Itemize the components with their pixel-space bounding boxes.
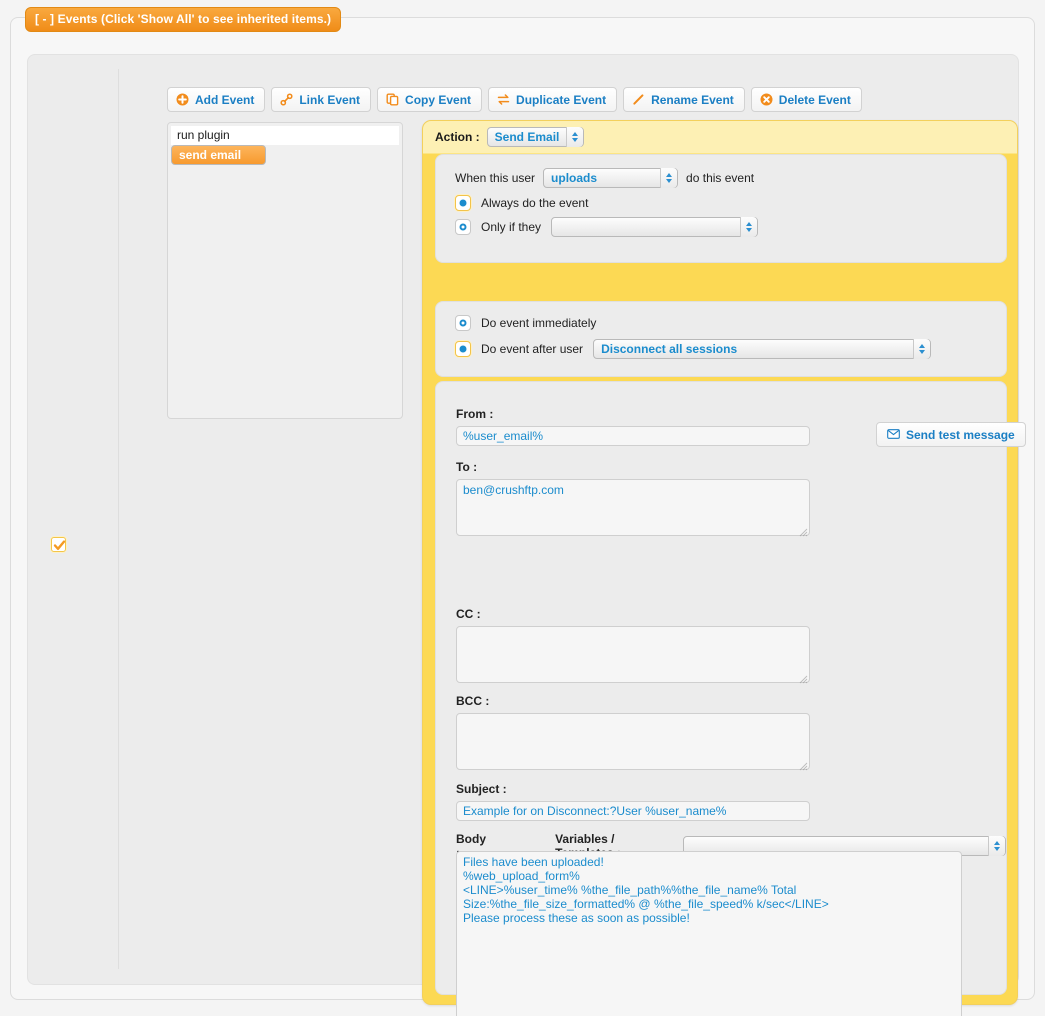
do-event-after-user-radio[interactable]: [455, 341, 471, 357]
chevron-updown-icon: [660, 168, 678, 188]
events-legend[interactable]: [ - ] Events (Click 'Show All' to see in…: [25, 7, 342, 32]
delete-circle-icon: [760, 93, 773, 106]
subject-label: Subject :: [456, 782, 507, 796]
to-label: To :: [456, 460, 478, 474]
chevron-updown-icon: [740, 217, 758, 237]
events-fieldset: [ - ] Events (Click 'Show All' to see in…: [10, 7, 1035, 1016]
trigger-section: When this user uploads do this event Alw…: [435, 154, 1007, 263]
to-textarea[interactable]: ben@crushftp.com: [456, 479, 810, 536]
action-row: Action : Send Email: [435, 127, 585, 147]
list-item[interactable]: send email: [171, 145, 267, 165]
chevron-updown-icon: [566, 127, 584, 147]
always-do-event-radio[interactable]: [455, 195, 471, 211]
add-event-label: Add Event: [195, 92, 255, 107]
email-form-section: Send test message From : To : ben@crushf…: [435, 381, 1026, 1016]
do-event-after-select[interactable]: Disconnect all sessions: [593, 339, 932, 359]
event-enabled-checkbox[interactable]: [51, 537, 66, 552]
copy-icon: [386, 93, 399, 106]
event-list[interactable]: run plugin send email: [167, 122, 403, 419]
duplicate-event-label: Duplicate Event: [516, 92, 607, 107]
bcc-textarea[interactable]: [456, 713, 810, 770]
add-event-button[interactable]: Add Event: [167, 87, 266, 112]
do-event-immediately-radio[interactable]: [455, 315, 471, 331]
only-if-they-select[interactable]: [551, 217, 759, 237]
action-label: Action :: [435, 130, 480, 144]
delete-event-button[interactable]: Delete Event: [750, 87, 862, 112]
rename-event-button[interactable]: Rename Event: [623, 87, 745, 112]
timing-section: Do event immediately Do event after user…: [435, 301, 1007, 377]
cc-textarea[interactable]: [456, 626, 810, 683]
cc-label: CC :: [456, 607, 481, 621]
always-do-event-label: Always do the event: [481, 196, 589, 210]
do-event-after-user-label: Do event after user: [481, 342, 584, 356]
copy-event-label: Copy Event: [405, 92, 472, 107]
bcc-label: BCC :: [456, 694, 490, 708]
chevron-updown-icon: [913, 339, 931, 359]
link-event-label: Link Event: [299, 92, 361, 107]
link-icon: [280, 93, 293, 106]
rename-event-label: Rename Event: [651, 92, 734, 107]
check-icon: [53, 540, 66, 550]
duplicate-event-button[interactable]: Duplicate Event: [488, 87, 618, 112]
trigger-select[interactable]: uploads: [543, 168, 679, 188]
pencil-icon: [632, 93, 645, 106]
action-select[interactable]: Send Email: [486, 127, 585, 147]
send-test-message-button[interactable]: Send test message: [876, 422, 1026, 447]
trigger-suffix-label: do this event: [686, 171, 755, 185]
body-textarea[interactable]: Files have been uploaded! %web_upload_fo…: [456, 851, 962, 1016]
delete-event-label: Delete Event: [778, 92, 851, 107]
from-input[interactable]: [456, 426, 810, 446]
only-if-they-radio[interactable]: [455, 219, 471, 235]
action-select-value: Send Email: [494, 130, 560, 144]
envelope-icon: [887, 428, 900, 442]
duplicate-arrows-icon: [497, 93, 510, 106]
link-event-button[interactable]: Link Event: [271, 87, 372, 112]
only-if-they-label: Only if they: [481, 220, 542, 234]
events-toolbar: Add Event Link Event Copy Event Duplicat…: [167, 87, 862, 112]
from-label: From :: [456, 407, 494, 421]
plus-circle-icon: [176, 93, 189, 106]
trigger-select-value: uploads: [551, 171, 598, 185]
do-event-immediately-label: Do event immediately: [481, 316, 597, 330]
chevron-updown-icon: [988, 836, 1005, 856]
events-panel: Add Event Link Event Copy Event Duplicat…: [27, 54, 1026, 1016]
send-test-message-label: Send test message: [906, 427, 1015, 442]
subject-input[interactable]: [456, 801, 810, 821]
copy-event-button[interactable]: Copy Event: [377, 87, 483, 112]
list-item[interactable]: run plugin: [171, 126, 399, 145]
action-container: Action : Send Email When this user uploa…: [422, 120, 1026, 1016]
app-root: [ - ] Events (Click 'Show All' to see in…: [0, 0, 1045, 1016]
do-event-after-select-value: Disconnect all sessions: [601, 342, 738, 356]
trigger-prefix-label: When this user: [455, 171, 536, 185]
column-divider: [118, 69, 119, 969]
